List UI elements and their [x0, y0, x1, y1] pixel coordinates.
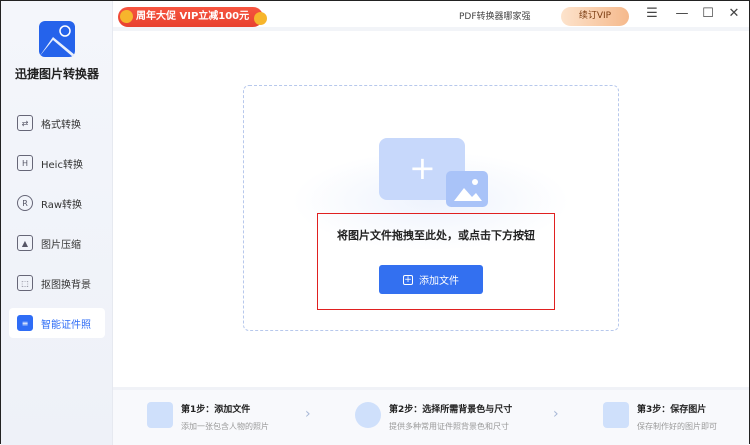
sidebar-item-format-convert[interactable]: ⇄ 格式转换	[9, 108, 105, 138]
add-file-icon: +	[403, 274, 413, 285]
sidebar-item-label: 图片压缩	[41, 239, 81, 251]
promo-text: 周年大促 VIP立减100元	[136, 11, 250, 22]
coin-icon	[254, 12, 268, 25]
step-title: 第3步：保存图片	[637, 405, 707, 415]
sidebar-item-raw[interactable]: R Raw转换	[9, 188, 105, 218]
close-icon[interactable]: ✕	[725, 6, 743, 21]
chevron-right-icon: ›	[553, 406, 559, 422]
step-desc: 保存制作好的图片即可	[637, 422, 717, 431]
renew-vip-button[interactable]: 续订VIP	[561, 7, 629, 26]
minimize-icon[interactable]: —	[673, 6, 691, 21]
drop-hint: 将图片文件拖拽至此处，或点击下方按钮	[337, 229, 535, 242]
app-name: 迅捷图片转换器	[14, 67, 99, 81]
plus-icon: +	[409, 149, 436, 187]
id-photo-icon: ≡	[17, 315, 33, 331]
format-convert-icon: ⇄	[17, 115, 33, 131]
gear-step-icon	[355, 402, 381, 428]
sidebar-item-id-photo[interactable]: ≡ 智能证件照	[9, 308, 105, 338]
sidebar-item-label: 格式转换	[41, 119, 81, 131]
promo-banner[interactable]: 周年大促 VIP立减100元	[118, 7, 268, 27]
step-title: 第1步：添加文件	[181, 405, 251, 415]
add-file-button[interactable]: + 添加文件	[379, 265, 483, 294]
cutout-icon: ⬚	[17, 275, 33, 291]
menu-icon[interactable]: ☰	[643, 6, 661, 21]
pdf-ad-link[interactable]: PDF转换器哪家强	[459, 9, 531, 22]
title-bar: 周年大促 VIP立减100元 PDF转换器哪家强 续订VIP ☰ — ☐ ✕	[113, 1, 749, 31]
sidebar-item-label: 智能证件照	[41, 319, 91, 331]
steps-bar: 第1步：添加文件添加一张包含人物的照片 › 第2步：选择所需背景色与尺寸 提供多种…	[113, 387, 749, 445]
image-compress-icon: ▲	[17, 235, 33, 251]
sidebar-item-label: Heic转换	[41, 159, 83, 171]
step-3: 第3步：保存图片保存制作好的图片即可	[603, 402, 717, 432]
coin-icon	[120, 10, 133, 23]
add-file-label: 添加文件	[419, 276, 459, 287]
sidebar-item-cutout[interactable]: ⬚ 抠图换背景	[9, 268, 105, 298]
step-desc: 提供多种常用证件照背景色和尺寸	[389, 422, 509, 431]
sidebar: 迅捷图片转换器 ⇄ 格式转换 H Heic转换 R Raw转换 ▲ 图片压缩 ⬚ 抠图换背…	[1, 1, 113, 445]
chevron-right-icon: ›	[305, 406, 311, 422]
sidebar-item-label: Raw转换	[41, 199, 83, 211]
step-1: 第1步：添加文件添加一张包含人物的照片	[147, 402, 269, 432]
image-icon	[446, 171, 488, 207]
sidebar-item-label: 抠图换背景	[41, 279, 91, 291]
app-logo-icon	[39, 21, 75, 57]
step-title: 第2步：选择所需背景色与尺寸	[389, 405, 513, 415]
step-2: 第2步：选择所需背景色与尺寸 提供多种常用证件照背景色和尺寸	[355, 402, 512, 432]
maximize-icon[interactable]: ☐	[699, 6, 717, 21]
heic-icon: H	[17, 155, 33, 171]
save-image-step-icon	[603, 402, 629, 428]
sidebar-item-compress[interactable]: ▲ 图片压缩	[9, 228, 105, 258]
sidebar-item-heic[interactable]: H Heic转换	[9, 148, 105, 178]
step-desc: 添加一张包含人物的照片	[181, 422, 269, 431]
add-file-step-icon	[147, 402, 173, 428]
raw-icon: R	[17, 195, 33, 211]
